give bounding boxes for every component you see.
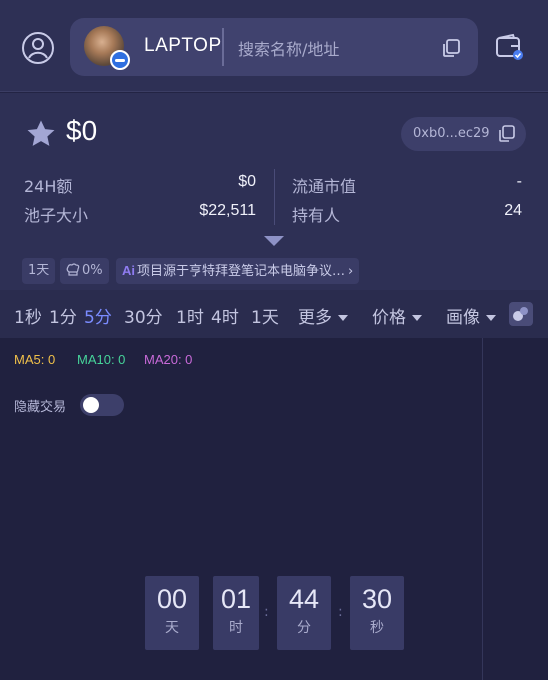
ai-summary-chip[interactable]: Ai 项目源于亨特拜登笔记本电脑争议… › (116, 258, 360, 284)
tab-1m[interactable]: 1分 (49, 303, 77, 328)
countdown-hours-value: 01 (220, 584, 252, 614)
top-bar: LAPTOP 搜索名称/地址 (0, 0, 548, 92)
percent-chip: 0% (60, 258, 109, 284)
countdown-days: 00 天 (145, 576, 199, 650)
portrait-label: 画像 (446, 308, 480, 328)
kline-chart[interactable]: MA5: 0 MA10: 0 MA20: 0 隐藏交易 00 天 01 时 : … (0, 338, 548, 680)
tab-1d[interactable]: 1天 (251, 303, 279, 328)
countdown-seconds-value: 30 (361, 584, 393, 614)
price-label: 价格 (372, 308, 406, 328)
traders-icon[interactable] (509, 302, 533, 326)
caret-down-icon (412, 315, 422, 321)
caret-down-icon (338, 315, 348, 321)
countdown-separator: : (338, 604, 343, 620)
search-input[interactable]: 搜索名称/地址 (238, 36, 339, 60)
volume-label: 24H额 (24, 177, 73, 196)
chain-badge-icon (110, 50, 130, 70)
chef-hat-icon (66, 263, 80, 276)
contract-address: 0xb0...ec29 (413, 126, 490, 141)
market-cap-label: 流通市值 (292, 177, 357, 196)
token-ticker: LAPTOP (144, 35, 222, 56)
tab-30m[interactable]: 30分 (124, 303, 163, 328)
countdown-days-unit: 天 (165, 620, 179, 636)
token-avatar (84, 26, 130, 70)
timeframe-tabs: 1秒 1分 5分 30分 1时 4时 1天 更多 价格 画像 (0, 290, 548, 338)
tab-4h[interactable]: 4时 (211, 303, 239, 328)
expand-caret-icon[interactable] (264, 236, 284, 246)
tab-1h[interactable]: 1时 (176, 303, 204, 328)
countdown-hours: 01 时 (213, 576, 259, 650)
stats-divider (274, 169, 275, 225)
ai-icon: Ai (122, 263, 135, 278)
favorite-star-icon[interactable] (24, 117, 58, 151)
wallet-icon[interactable] (494, 32, 524, 62)
more-label: 更多 (298, 308, 332, 328)
copy-address-icon[interactable] (497, 124, 517, 144)
portrait-dropdown[interactable]: 画像 (446, 303, 496, 328)
token-price: $0 (66, 115, 98, 146)
tab-5m[interactable]: 5分 (84, 303, 112, 328)
holders-label: 持有人 (292, 206, 341, 225)
countdown-seconds: 30 秒 (350, 576, 404, 650)
ma10-legend: MA10: 0 (77, 352, 126, 367)
pool-size-label: 池子大小 (24, 206, 89, 225)
token-info-panel: $0 0xb0...ec29 24H额 $0 池子大小 $22,511 流通市值… (0, 93, 548, 290)
volume-value: $0 (238, 173, 256, 190)
caret-down-icon (486, 315, 496, 321)
search-bar[interactable]: LAPTOP 搜索名称/地址 (70, 18, 478, 76)
ma20-legend: MA20: 0 (144, 352, 193, 367)
countdown-hours-unit: 时 (229, 620, 243, 636)
countdown-minutes: 44 分 (277, 576, 331, 650)
price-dropdown[interactable]: 价格 (372, 303, 422, 328)
market-cap-value: - (516, 173, 522, 190)
user-icon[interactable] (20, 30, 56, 66)
countdown-separator: : (264, 604, 269, 620)
percent-value: 0% (82, 263, 103, 278)
ma5-legend: MA5: 0 (14, 352, 56, 367)
toggle-knob (83, 397, 99, 413)
hide-trades-toggle[interactable] (80, 394, 124, 416)
countdown-seconds-unit: 秒 (370, 620, 384, 636)
more-dropdown[interactable]: 更多 (298, 303, 348, 328)
age-chip: 1天 (22, 258, 56, 284)
contract-address-pill[interactable]: 0xb0...ec29 (401, 117, 526, 151)
holders-value: 24 (504, 202, 522, 219)
pool-size-value: $22,511 (199, 202, 256, 219)
countdown-minutes-unit: 分 (297, 620, 311, 636)
copy-icon[interactable] (440, 37, 462, 59)
countdown-days-value: 00 (156, 584, 188, 614)
chevron-right-icon: › (348, 264, 354, 279)
tab-1s[interactable]: 1秒 (14, 303, 42, 328)
price-axis-divider (482, 338, 483, 680)
hide-trades-label: 隐藏交易 (14, 400, 67, 415)
search-divider (222, 28, 224, 66)
ai-summary-text: 项目源于亨特拜登笔记本电脑争议… (137, 264, 346, 279)
countdown-minutes-value: 44 (288, 584, 320, 614)
